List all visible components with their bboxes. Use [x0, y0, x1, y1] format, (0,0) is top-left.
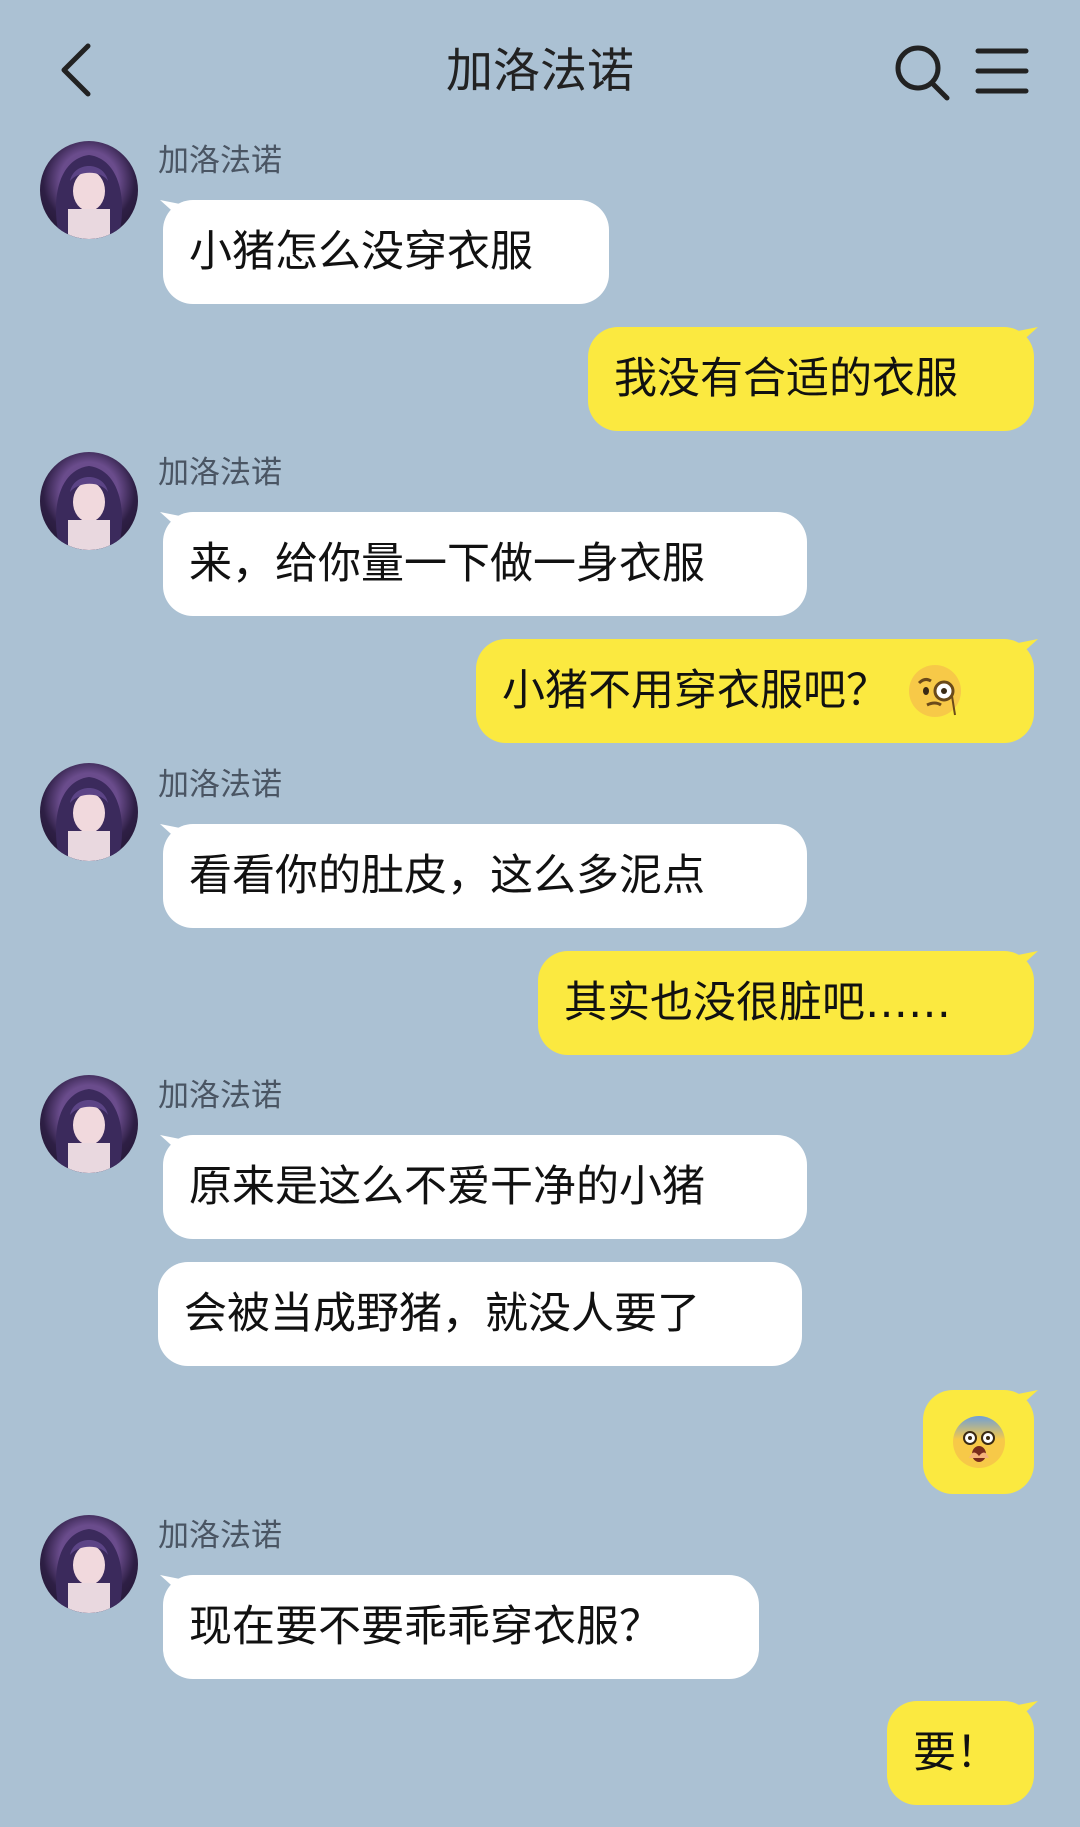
message-bubble-incoming[interactable]: 看看你的肚皮，这么多泥点	[163, 824, 807, 928]
message-bubble-outgoing[interactable]: 要！	[887, 1701, 1034, 1805]
chat-header: 加洛法诺	[0, 0, 1080, 140]
message-text: 会被当成野猪，就没人要了	[184, 1289, 700, 1339]
contact-avatar[interactable]	[40, 452, 138, 550]
contact-avatar[interactable]	[40, 763, 138, 861]
message-bubble-incoming[interactable]: 现在要不要乖乖穿衣服？	[163, 1575, 759, 1679]
message-bubble-incoming[interactable]: 小猪怎么没穿衣服	[163, 200, 609, 304]
message-bubble-incoming[interactable]: 会被当成野猪，就没人要了	[158, 1262, 802, 1366]
contact-avatar[interactable]	[40, 1075, 138, 1173]
search-icon	[895, 45, 950, 101]
message-bubble-outgoing[interactable]: 我没有合适的衣服	[588, 327, 1034, 431]
message-text: 我没有合适的衣服	[614, 354, 958, 404]
menu-button[interactable]	[975, 46, 1029, 96]
message-text: 小猪不用穿衣服吧？	[502, 666, 889, 716]
sender-name: 加洛法诺	[158, 767, 282, 803]
contact-avatar[interactable]	[40, 1515, 138, 1613]
message-text: 小猪怎么没穿衣服	[189, 227, 533, 277]
sender-name: 加洛法诺	[158, 1078, 282, 1114]
message-text: 来，给你量一下做一身衣服	[189, 539, 705, 589]
message-text: 原来是这么不爱干净的小猪	[189, 1162, 705, 1212]
menu-icon	[975, 48, 1029, 94]
message-bubble-outgoing[interactable]: 小猪不用穿衣服吧？	[476, 639, 1034, 743]
sender-name: 加洛法诺	[158, 1518, 282, 1554]
message-text: 其实也没很脏吧……	[564, 978, 951, 1028]
avatar-portrait	[55, 1089, 123, 1173]
avatar-portrait	[55, 1529, 123, 1613]
message-bubble-outgoing[interactable]	[923, 1390, 1034, 1494]
message-text: 要！	[913, 1728, 999, 1778]
sender-name: 加洛法诺	[158, 455, 282, 491]
monocle-face-emoji-icon	[907, 663, 963, 719]
message-text: 现在要不要乖乖穿衣服？	[189, 1602, 662, 1652]
sender-name: 加洛法诺	[158, 143, 282, 179]
message-bubble-outgoing[interactable]: 其实也没很脏吧……	[538, 951, 1034, 1055]
message-text: 看看你的肚皮，这么多泥点	[189, 851, 705, 901]
avatar-portrait	[55, 155, 123, 239]
avatar-portrait	[55, 777, 123, 861]
search-button[interactable]	[892, 42, 952, 102]
contact-avatar[interactable]	[40, 141, 138, 239]
shocked-face-emoji-icon	[951, 1414, 1007, 1470]
message-bubble-incoming[interactable]: 来，给你量一下做一身衣服	[163, 512, 807, 616]
message-bubble-incoming[interactable]: 原来是这么不爱干净的小猪	[163, 1135, 807, 1239]
avatar-portrait	[55, 466, 123, 550]
